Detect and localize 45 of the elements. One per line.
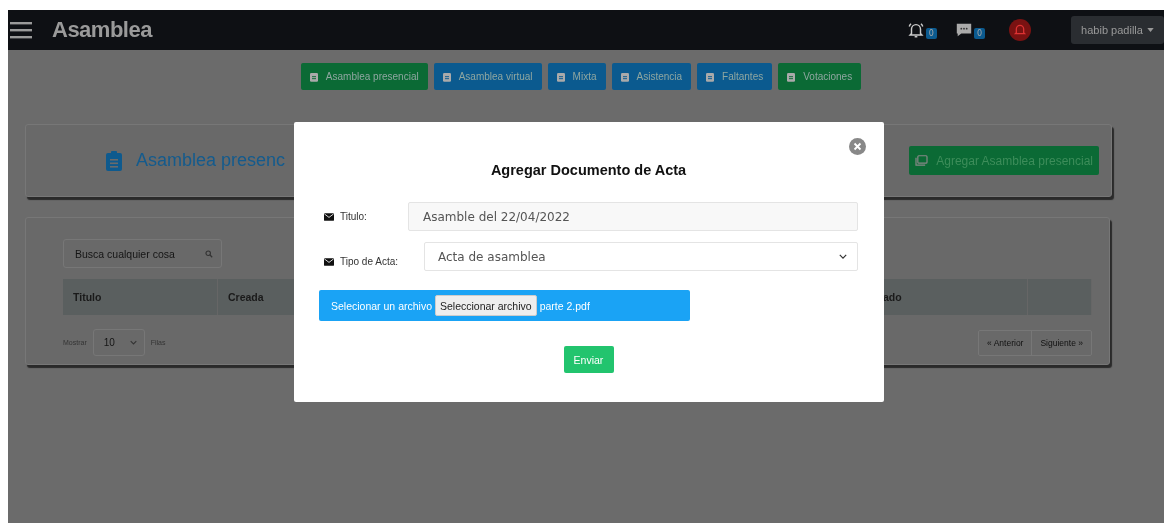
chevron-icon [129,340,137,345]
next-page-button[interactable]: Siguiente » [1031,330,1091,355]
previous-page-button[interactable]: « Anterior [979,330,1032,355]
nav-button[interactable]: Asamblea presencial [300,63,428,90]
bell-icon[interactable] [906,21,925,39]
envelope-icon [324,257,334,266]
nav-button[interactable]: Asistencia [611,63,692,90]
chevron-icon [839,254,847,259]
field-label: Titulo: [340,211,367,222]
search-input[interactable]: Busca cualquier cosa [75,247,200,260]
title-input[interactable]: Asamble del 22/04/2022 [408,202,858,231]
type-select[interactable]: Acta de asamblea [424,242,858,271]
nav-button[interactable]: Faltantes [697,63,773,90]
caret-icon [1146,28,1154,32]
message-count: 0 [973,28,985,39]
page-heading: Asamblea presenc [136,150,286,171]
app-title: Asamblea [52,17,152,43]
chat-icon[interactable] [954,21,973,39]
clipboard-icon [620,71,629,82]
clipboard-icon [787,71,796,82]
modal-title: Agregar Documento de Acta [489,162,688,178]
submit-button[interactable]: Enviar [563,346,614,373]
file-name: parte 2.pdf [539,299,590,312]
nav-button[interactable]: Mixta [547,63,606,90]
clipboard-icon [309,71,318,82]
page-size-select[interactable]: 10 [92,329,145,356]
menu-icon[interactable] [10,21,32,39]
column-header: Titulo [63,279,218,315]
field-label: Tipo de Acta: [340,256,398,267]
nav-button[interactable]: Asamblea virtual [433,63,542,90]
notification-count: 0 [925,28,937,39]
search-field[interactable]: Busca cualquier cosa [63,239,222,268]
close-icon[interactable] [849,138,866,155]
search-icon [205,249,213,258]
alarm-icon[interactable] [1009,19,1031,41]
clipboard-icon [556,71,565,82]
nav-button[interactable]: Votaciones [778,63,862,90]
clipboard-icon [442,71,451,82]
file-label: Selecionar un archivo [331,299,432,312]
user-menu[interactable]: habib padilla [1071,16,1164,44]
choose-file-button[interactable]: Seleccionar archivo [435,295,537,316]
clipboard-icon [106,150,122,171]
envelope-icon [324,212,334,221]
clipboard-icon [706,71,715,82]
cards-icon [915,155,929,166]
